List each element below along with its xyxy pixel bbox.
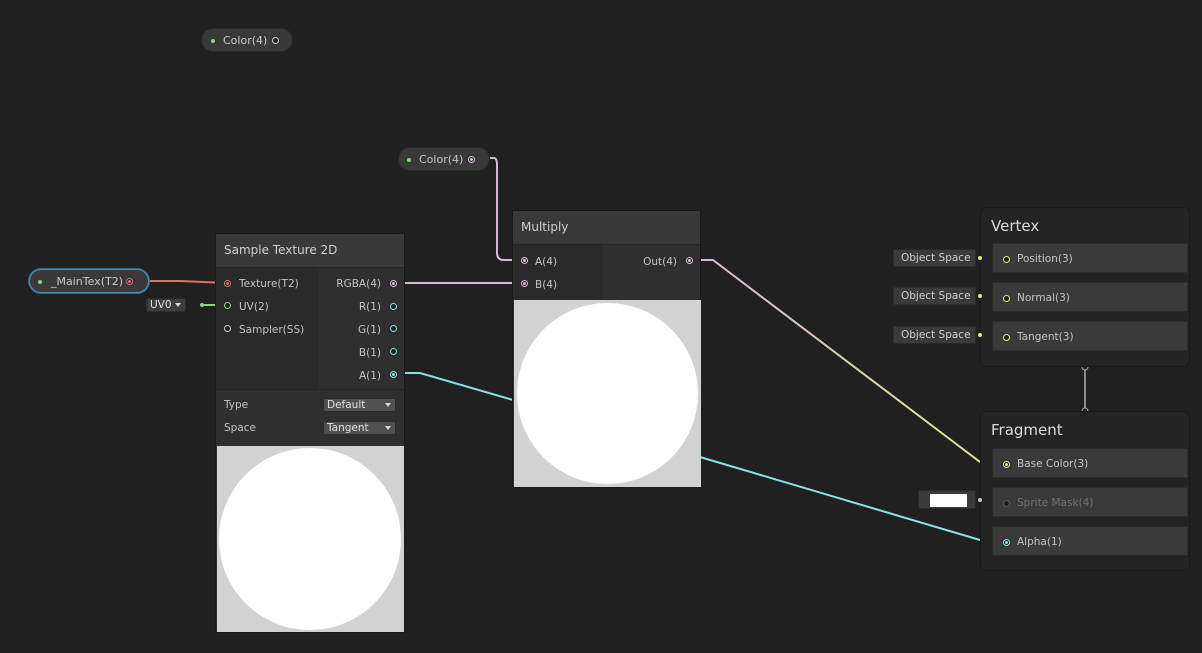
sprite-mask-input-port[interactable] — [1003, 500, 1010, 507]
output-label: Out(4) — [643, 256, 677, 268]
sprite-mask-color-field[interactable] — [918, 490, 976, 509]
chevron-down-icon — [385, 403, 391, 407]
node-title: Sample Texture 2D — [224, 243, 338, 257]
alpha-input-port[interactable] — [1003, 539, 1010, 546]
output-label: R(1) — [358, 301, 381, 313]
output-label: G(1) — [357, 324, 381, 336]
context-title: Vertex — [991, 217, 1040, 235]
block-label: Normal(3) — [1017, 292, 1070, 304]
input-label: Sampler(SS) — [239, 324, 305, 336]
sample-texture-2d-node[interactable]: Sample Texture 2D Texture(T2) UV(2) Samp… — [215, 233, 405, 633]
texture-input-port[interactable] — [224, 280, 231, 287]
texture-preview — [217, 446, 404, 632]
multiply-preview — [514, 300, 701, 487]
maintex-property-node[interactable]: _MainTex(T2) — [29, 269, 149, 293]
uv-input-port[interactable] — [224, 302, 231, 309]
output-label: B(1) — [358, 347, 381, 359]
wire-a-to-multiply-preview[interactable] — [398, 372, 514, 401]
base-color-input-port[interactable] — [1003, 461, 1010, 468]
property-dot — [211, 39, 215, 43]
space-dot — [978, 294, 982, 298]
color-property-node[interactable]: Color(4) — [201, 28, 293, 52]
input-label: B(4) — [535, 279, 558, 291]
input-label: UV(2) — [239, 301, 269, 313]
input-label: A(4) — [535, 256, 558, 268]
output-label: RGBA(4) — [336, 278, 381, 290]
input-label: Texture(T2) — [239, 278, 299, 290]
preview-sphere — [219, 448, 401, 630]
object-space-default[interactable]: Object Space — [893, 326, 976, 344]
base-color-block[interactable]: Base Color(3) — [992, 448, 1188, 478]
object-space-default[interactable]: Object Space — [893, 287, 976, 305]
output-label: A(1) — [358, 370, 381, 382]
setting-label: Type — [224, 399, 249, 411]
multiply-node[interactable]: Multiply A(4) B(4) Out(4) — [512, 210, 701, 488]
color-output-port[interactable] — [272, 37, 279, 44]
node-title-bar[interactable]: Sample Texture 2D — [216, 234, 404, 268]
position-block[interactable]: Position(3) — [992, 243, 1188, 273]
color-property-node[interactable]: Color(4) — [398, 147, 490, 171]
tangent-input-port[interactable] — [1003, 334, 1010, 341]
space-label: Object Space — [901, 290, 971, 302]
settings-divider — [216, 389, 404, 390]
a-output-port[interactable] — [390, 371, 397, 378]
node-title-bar[interactable]: Multiply — [513, 211, 700, 245]
alpha-block[interactable]: Alpha(1) — [992, 526, 1188, 556]
rgba-output-port[interactable] — [390, 280, 397, 287]
out-output-port[interactable] — [686, 257, 693, 264]
property-label: Color(4) — [419, 153, 464, 166]
sprite-mask-block[interactable]: Sprite Mask(4) — [992, 487, 1188, 517]
chevron-down-icon — [385, 426, 391, 430]
sampler-input-port[interactable] — [224, 325, 231, 332]
fragment-context[interactable]: Fragment Base Color(3) Sprite Mask(4) Al… — [980, 411, 1190, 571]
texture-output-port[interactable] — [126, 278, 133, 285]
chevron-down-icon — [175, 303, 181, 307]
position-input-port[interactable] — [1003, 256, 1010, 263]
normal-block[interactable]: Normal(3) — [992, 282, 1188, 312]
node-title: Multiply — [521, 220, 569, 234]
b-output-port[interactable] — [390, 348, 397, 355]
uv-channel-value: UV0 — [150, 299, 172, 311]
space-value: Tangent — [327, 422, 369, 434]
type-value: Default — [327, 399, 366, 411]
normal-input-port[interactable] — [1003, 295, 1010, 302]
g-output-port[interactable] — [390, 325, 397, 332]
tangent-block[interactable]: Tangent(3) — [992, 321, 1188, 351]
property-label: Color(4) — [223, 34, 268, 47]
block-label: Position(3) — [1017, 253, 1073, 265]
property-label: _MainTex(T2) — [51, 275, 123, 288]
uv-dot — [200, 303, 204, 307]
color-swatch — [930, 494, 967, 507]
b-input-port[interactable] — [521, 280, 528, 287]
setting-label: Space — [224, 422, 256, 434]
context-title: Fragment — [991, 421, 1063, 439]
uv-channel-dropdown[interactable]: UV0 — [146, 298, 186, 312]
space-label: Object Space — [901, 329, 971, 341]
space-dot — [978, 333, 982, 337]
space-label: Object Space — [901, 252, 971, 264]
object-space-default[interactable]: Object Space — [893, 249, 976, 267]
vertex-context[interactable]: Vertex Position(3) Normal(3) Tangent(3) — [980, 207, 1190, 367]
r-output-port[interactable] — [390, 303, 397, 310]
block-label: Sprite Mask(4) — [1017, 497, 1094, 509]
type-dropdown[interactable]: Default — [323, 398, 396, 412]
block-label: Base Color(3) — [1017, 458, 1089, 470]
property-dot — [38, 280, 42, 284]
mask-dot — [978, 498, 982, 502]
space-dropdown[interactable]: Tangent — [323, 421, 396, 435]
a-input-port[interactable] — [521, 257, 528, 264]
space-dot — [978, 256, 982, 260]
preview-sphere — [517, 303, 698, 484]
property-dot — [407, 158, 411, 162]
block-label: Tangent(3) — [1017, 331, 1074, 343]
block-label: Alpha(1) — [1017, 536, 1062, 548]
node-input-column — [513, 245, 602, 299]
color-output-port[interactable] — [468, 156, 475, 163]
